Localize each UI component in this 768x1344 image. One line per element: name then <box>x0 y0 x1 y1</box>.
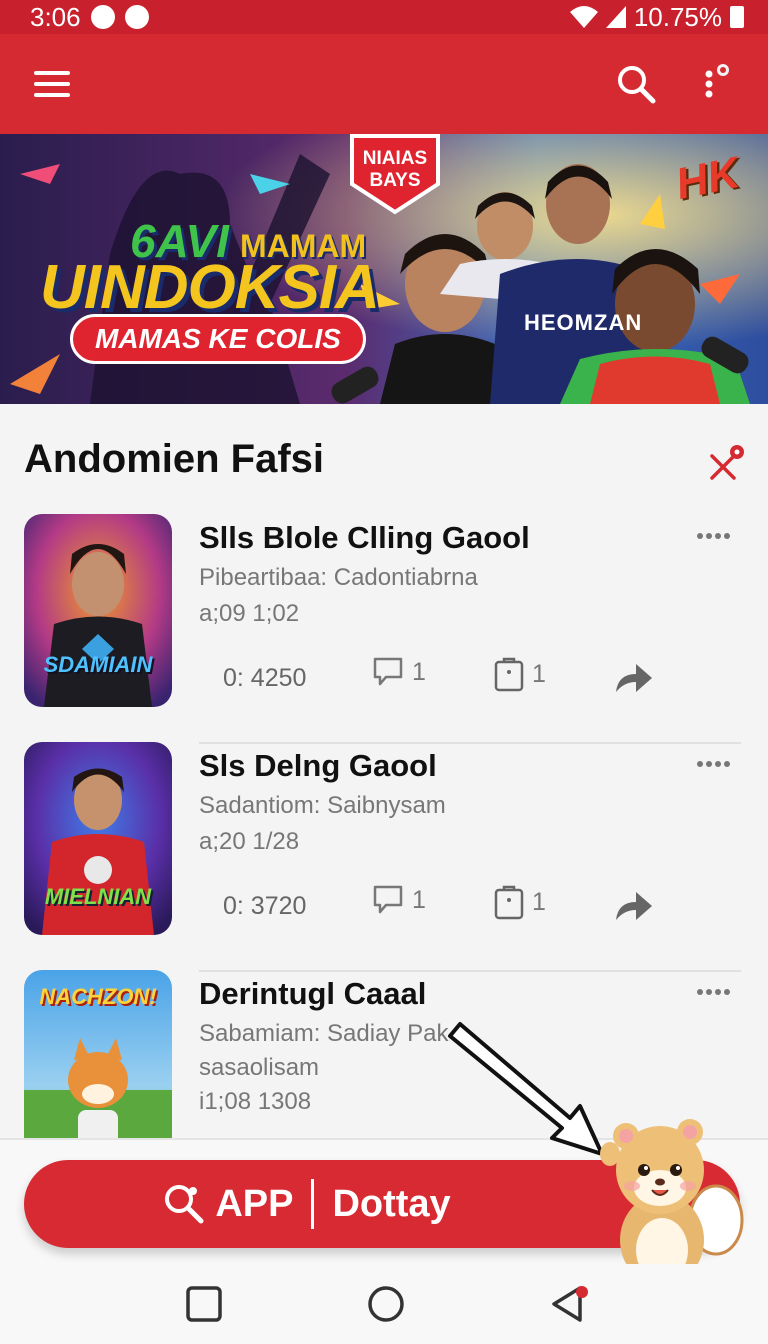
card-subtitle: Sabamiam: Sadiay Pak <box>199 1020 449 1047</box>
comment-button[interactable]: 1 <box>372 656 426 688</box>
bag-icon <box>494 657 524 692</box>
comment-icon <box>373 657 403 686</box>
more-horiz-icon[interactable] <box>692 982 736 1002</box>
section-title: Andomien Fafsi <box>24 437 325 481</box>
list-item[interactable]: SDAMIAIN Slls Blole Clling Gaool Pibeart… <box>0 514 768 744</box>
card-subtitle: Pibeartibaa: Cadontiabrna <box>199 564 478 591</box>
section-header: Andomien Fafsi <box>0 404 768 514</box>
comment-icon <box>373 885 403 914</box>
close-icon[interactable] <box>706 444 746 484</box>
banner-badge: NIAIAS BAYS <box>352 136 438 212</box>
card-title[interactable]: Slls Blole Clling Gaool <box>199 520 530 556</box>
comment-count: 1 <box>412 885 426 914</box>
status-time: 3:06 <box>30 1 81 32</box>
banner-title-line2: UINDOKSIA <box>40 253 380 322</box>
cta-app-label: APP <box>215 1182 294 1225</box>
cta-label: Dottay <box>332 1182 451 1225</box>
save-button[interactable]: 1 <box>494 884 546 920</box>
signal-icon <box>605 6 626 28</box>
thumb-label: MIELNIAN <box>44 884 152 909</box>
thumb-label: SDAMIAIN <box>43 652 153 677</box>
app-bar <box>0 34 768 134</box>
save-button[interactable]: 1 <box>494 656 546 692</box>
search-icon[interactable] <box>606 54 666 114</box>
card-thumbnail[interactable]: NACHZON! <box>24 970 172 1138</box>
wifi-icon <box>569 6 598 28</box>
banner-pill: MAMAS KE COLIS <box>70 314 366 364</box>
share-icon[interactable] <box>612 888 654 924</box>
card-subtitle-2: sasaolisam <box>199 1054 320 1081</box>
card-date: a;09 1;02 <box>199 600 300 627</box>
card-thumbnail[interactable]: SDAMIAIN <box>24 514 172 707</box>
more-horiz-icon[interactable] <box>692 526 736 546</box>
card-date: a;20 1/28 <box>199 828 300 855</box>
cta-separator <box>311 1179 315 1229</box>
share-icon[interactable] <box>612 660 654 696</box>
menu-icon[interactable] <box>22 54 82 114</box>
thumb-label: NACHZON! <box>39 984 157 1009</box>
notification-icon-2 <box>124 5 149 29</box>
more-vert-icon[interactable] <box>686 54 746 114</box>
comment-count: 1 <box>412 657 426 686</box>
comment-button[interactable]: 1 <box>372 884 426 916</box>
save-count: 1 <box>532 659 546 688</box>
more-horiz-icon[interactable] <box>692 754 736 774</box>
recents-icon[interactable] <box>184 1284 224 1324</box>
card-subtitle: Sadantiom: Saibnysam <box>199 792 446 819</box>
view-count: 0: 4250 <box>223 664 307 692</box>
back-icon[interactable] <box>548 1284 588 1324</box>
card-thumbnail[interactable]: MIELNIAN <box>24 742 172 935</box>
notification-icon <box>90 5 115 29</box>
home-icon[interactable] <box>366 1284 406 1324</box>
bag-icon <box>494 885 524 920</box>
pointer-arrow-icon <box>448 1022 604 1156</box>
promo-banner[interactable]: NIAIAS BAYS 6AVI MAMAM UINDOKSIA MAMAS K… <box>0 134 768 404</box>
battery-icon <box>730 6 744 28</box>
search-icon <box>165 1185 204 1224</box>
jersey-text: HEOMZAN <box>524 310 643 335</box>
list-item[interactable]: MIELNIAN Sls Delng Gaool Sadantiom: Saib… <box>0 742 768 972</box>
battery-percent: 10.75% <box>633 1 722 32</box>
card-date: i1;08 1308 <box>199 1088 312 1115</box>
view-count: 0: 3720 <box>223 892 307 920</box>
badge-line2: BAYS <box>369 170 421 191</box>
badge-line1: NIAIAS <box>362 148 428 169</box>
save-count: 1 <box>532 887 546 916</box>
card-title[interactable]: Sls Delng Gaool <box>199 748 437 784</box>
system-nav-bar <box>0 1264 768 1344</box>
card-title[interactable]: Derintugl Caaal <box>199 976 426 1012</box>
status-bar: 3:06 10.75% <box>0 0 768 34</box>
